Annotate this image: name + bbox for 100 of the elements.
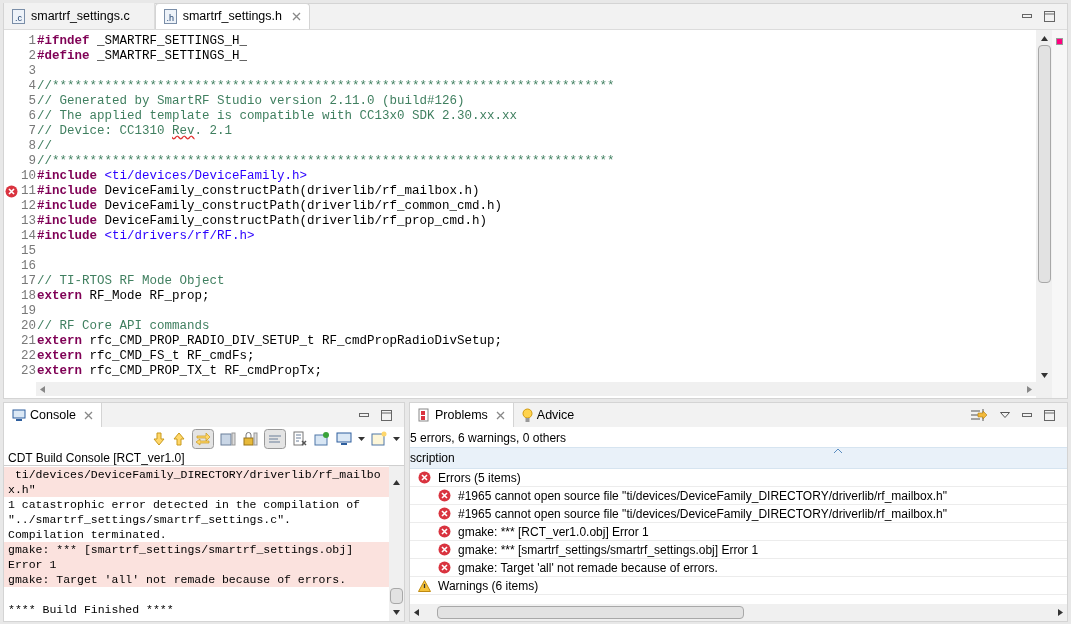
line-number: 21 — [20, 334, 36, 349]
code-line: #include DeviceFamily_constructPath(driverlib/rf_common_cmd.h) — [36, 199, 503, 214]
problem-row[interactable]: #1965 cannot open source file "ti/devices/DeviceFamily_DIRECTORY/driverlib/rf_mailbox.h" — [410, 487, 1067, 505]
line-number: 9 — [27, 154, 36, 169]
code-line: #include DeviceFamily_constructPath(driverlib/rf_prop_cmd.h) — [36, 214, 488, 229]
lock-icon[interactable] — [242, 431, 258, 447]
maximize-icon[interactable] — [1044, 409, 1055, 421]
scroll-thumb[interactable] — [437, 606, 744, 619]
code-line: //*************************************************************************** — [36, 154, 615, 169]
line-number: 17 — [20, 274, 36, 289]
problem-row[interactable]: gmake: *** [smartrf_settings/smartrf_settings.obj] Error 1 — [410, 541, 1067, 559]
minimize-icon[interactable] — [1022, 412, 1032, 418]
maximize-icon[interactable] — [1044, 10, 1055, 22]
line-number: 3 — [27, 64, 36, 79]
warning-icon — [418, 579, 431, 592]
pin-icon[interactable] — [314, 431, 330, 447]
file-icon: .c — [12, 8, 25, 24]
horizontal-scrollbar[interactable] — [410, 604, 1067, 621]
code-line: // — [36, 139, 52, 154]
console-tab[interactable]: Console — [4, 403, 102, 427]
tree-group[interactable]: Errors (5 items) — [410, 469, 1067, 487]
line-number: 6 — [27, 109, 36, 124]
minimize-icon[interactable] — [359, 412, 369, 418]
down-arrow-icon[interactable] — [152, 432, 166, 446]
editor-tab[interactable]: .h smartrf_settings.h — [154, 3, 310, 29]
new-window-icon[interactable] — [371, 431, 387, 447]
filter-arrows-icon[interactable] — [970, 408, 988, 422]
problem-row[interactable]: #1965 cannot open source file "ti/devices/DeviceFamily_DIRECTORY/driverlib/rf_mailbox.h" — [410, 505, 1067, 523]
dropdown-menu-icon[interactable] — [1000, 412, 1010, 418]
code-line: #define _SMARTRF_SETTINGS_H_ — [36, 49, 248, 64]
line-number: 18 — [20, 289, 36, 304]
file-icon: .h — [163, 9, 177, 24]
maximize-icon[interactable] — [381, 409, 392, 421]
close-icon[interactable] — [292, 12, 301, 21]
code-line: // The applied template is compatible with CC13x0 SDK 2.30.xx.xx — [36, 109, 518, 124]
line-number: 11 — [20, 184, 36, 199]
error-icon — [438, 507, 451, 520]
scroll-up-icon[interactable] — [1040, 36, 1048, 41]
clear-console-icon[interactable] — [292, 431, 308, 447]
line-number: 1 — [27, 34, 36, 49]
console-line: "../smartrf_settings/smartrf_settings.c". — [7, 512, 292, 527]
code-line: extern rfc_CMD_PROP_RADIO_DIV_SETUP_t RF_cmdPropRadioDivSetup; — [36, 334, 503, 349]
code-line: //*************************************************************************** — [36, 79, 615, 94]
vertical-scrollbar[interactable] — [1036, 30, 1052, 398]
word-wrap-icon[interactable] — [264, 429, 286, 449]
swap-arrows-icon[interactable] — [192, 429, 214, 449]
problems-icon — [418, 408, 431, 422]
lightbulb-icon — [521, 407, 533, 423]
scroll-down-icon[interactable] — [393, 610, 400, 615]
monitor-icon[interactable] — [336, 431, 352, 447]
line-number: 23 — [20, 364, 36, 379]
problem-row[interactable]: gmake: Target 'all' not remade because of errors. — [410, 559, 1067, 577]
code-line: extern rfc_CMD_FS_t RF_cmdFs; — [36, 349, 255, 364]
line-number: 19 — [20, 304, 36, 319]
up-arrow-icon[interactable] — [172, 432, 186, 446]
close-icon[interactable] — [495, 410, 505, 420]
minimize-icon[interactable] — [1022, 13, 1032, 19]
caret-icon[interactable] — [393, 437, 400, 441]
line-number: 5 — [27, 94, 36, 109]
code-line: // TI-RTOS RF Mode Object — [36, 274, 225, 289]
code-line: extern RF_Mode RF_prop; — [36, 289, 210, 304]
line-number: 4 — [27, 79, 36, 94]
line-number: 13 — [20, 214, 36, 229]
console-line: 1 catastrophic error detected in the compilation of — [7, 497, 361, 512]
code-line: extern rfc_CMD_PROP_TX_t RF_cmdPropTx; — [36, 364, 323, 379]
column-header[interactable]: scription — [410, 447, 1067, 469]
error-overview-marker[interactable] — [1056, 38, 1063, 45]
code-line: #include <ti/drivers/rf/RF.h> — [36, 229, 255, 244]
code-line: // RF Core API commands — [36, 319, 210, 334]
sort-icon — [834, 449, 842, 453]
monitor-icon — [12, 408, 26, 422]
save-icon[interactable] — [220, 431, 236, 447]
console-line: Compilation terminated. — [7, 527, 168, 542]
scroll-thumb[interactable] — [390, 588, 403, 604]
code-line: // Device: CC1310 Rev. 2.1 — [36, 124, 233, 139]
problems-summary: 5 errors, 6 warnings, 0 others — [410, 430, 568, 447]
error-icon — [438, 489, 451, 502]
line-number: 16 — [20, 259, 36, 274]
caret-icon[interactable] — [358, 437, 365, 441]
scroll-right-icon[interactable] — [1058, 609, 1063, 616]
code-line: #include DeviceFamily_constructPath(driverlib/rf_mailbox.h) — [36, 184, 480, 199]
scroll-left-icon[interactable] — [414, 609, 419, 616]
error-icon — [438, 525, 451, 538]
line-number: 22 — [20, 349, 36, 364]
tree-group[interactable]: Warnings (6 items) — [410, 577, 1067, 595]
close-icon[interactable] — [83, 410, 93, 420]
line-number: 10 — [20, 169, 36, 184]
console-line: **** Build Finished **** — [7, 602, 175, 617]
scroll-thumb[interactable] — [1037, 45, 1051, 283]
line-number: 12 — [20, 199, 36, 214]
line-number: 2 — [27, 49, 36, 64]
panel-tab[interactable]: Problems — [410, 403, 514, 427]
problem-row[interactable]: gmake: *** [RCT_ver1.0.obj] Error 1 — [410, 523, 1067, 541]
code-line: // Generated by SmartRF Studio version 2.11.0 (build#126) — [36, 94, 465, 109]
line-number: 7 — [27, 124, 36, 139]
scroll-up-icon[interactable] — [393, 480, 400, 485]
editor-tab[interactable]: .c smartrf_settings.c — [4, 3, 155, 29]
vertical-scrollbar[interactable] — [389, 466, 404, 621]
scroll-down-icon[interactable] — [1040, 373, 1048, 378]
console-title: CDT Build Console [RCT_ver1.0] — [4, 451, 404, 466]
